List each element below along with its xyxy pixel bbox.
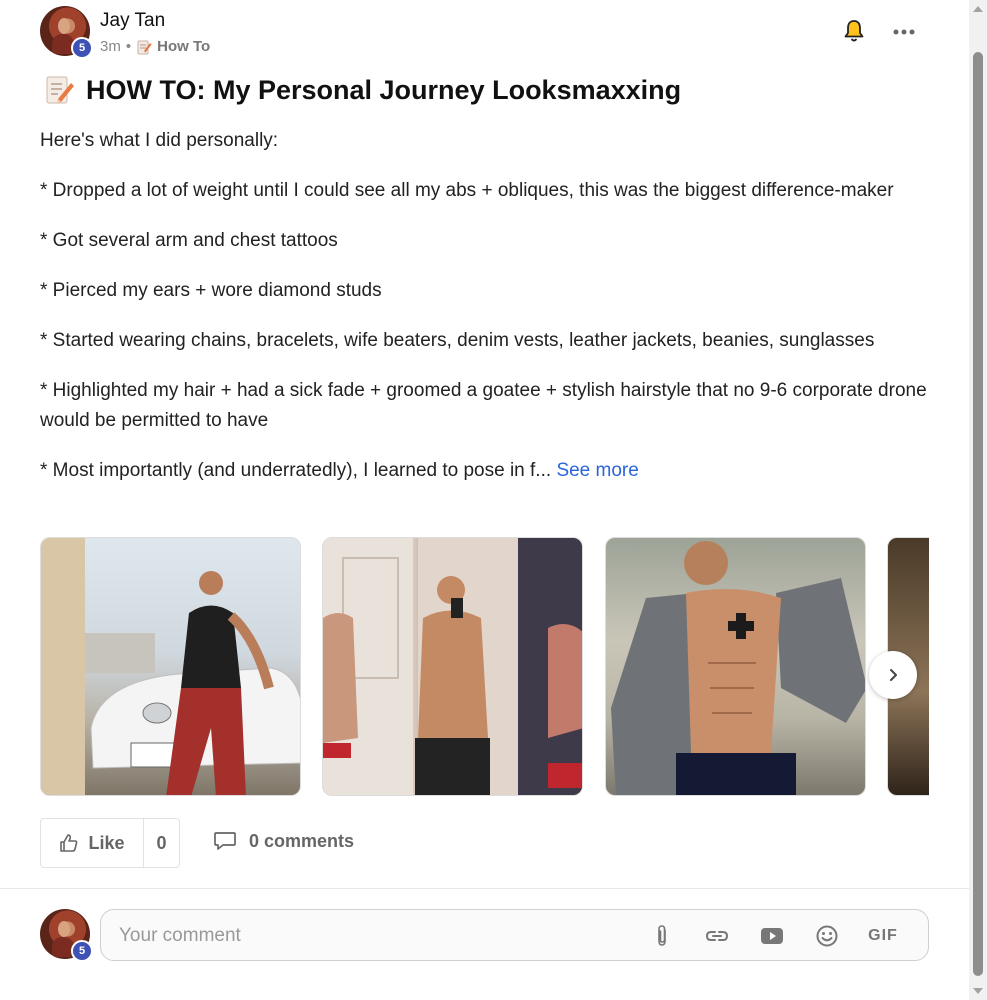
comments-button[interactable]: 0 comments [213,830,354,852]
scroll-up-arrow-icon[interactable] [973,6,983,12]
carousel-next-button[interactable] [869,651,917,699]
memo-icon [46,76,74,104]
paperclip-icon [658,925,666,946]
chevron-right-icon [890,669,897,681]
photo-car[interactable] [40,537,301,796]
like-button[interactable]: Like [41,819,144,867]
video-button[interactable] [759,923,785,949]
post-meta: 3m • How To [100,38,210,55]
like-control: Like 0 [40,818,180,868]
bell-icon[interactable] [842,18,866,44]
commenter-level-badge: 5 [71,940,93,962]
pencil-memo-icon [137,40,152,54]
comment-input[interactable] [117,922,641,950]
author-name[interactable]: Jay Tan [100,10,165,32]
post-title-row: HOW TO: My Personal Journey Looksmaxxing [44,74,681,106]
meta-separator: • [125,38,132,55]
more-horizontal-icon[interactable] [890,22,918,42]
post-title: HOW TO: My Personal Journey Looksmaxxing [86,74,682,105]
scrollbar-thumb[interactable] [973,52,983,976]
attach-button[interactable] [649,923,675,949]
speech-bubble-icon [214,832,236,850]
thumbs-up-icon [60,834,78,852]
like-label: Like [88,832,125,853]
scrollbar[interactable] [969,0,987,1000]
post-paragraph: * Got several arm and chest tattoos [40,230,338,251]
like-count: 0 [156,832,167,853]
post-time: 3m [100,38,121,55]
photo-mirror-selfie[interactable] [322,537,583,796]
post-paragraph-truncated: * Most importantly (and underratedly), I… [40,456,930,486]
divider [0,888,969,889]
post-paragraph: * Dropped a lot of weight until I could … [40,180,894,201]
post-body: Here's what I did personally: * Dropped … [40,126,930,506]
post-paragraph: * Highlighted my hair + had a sick fade … [40,380,927,431]
link-icon [705,931,729,941]
comments-label: 0 comments [249,830,355,851]
youtube-icon [761,928,783,944]
post-paragraph: * Pierced my ears + wore diamond studs [40,280,382,301]
link-button[interactable] [704,923,730,949]
image-carousel [40,537,929,798]
scroll-down-arrow-icon[interactable] [973,988,983,994]
post-card: 5 Jay Tan 3m • How To HOW TO: My Persona [0,0,969,1000]
comment-box: GIF [100,909,929,961]
post-paragraph: Here's what I did personally: [40,130,279,151]
smiley-icon [816,925,838,947]
post-paragraph: * Started wearing chains, bracelets, wif… [40,330,875,351]
post-category[interactable]: How To [157,38,210,55]
author-level-badge: 5 [71,37,93,59]
emoji-button[interactable] [814,923,840,949]
see-more-link[interactable]: See more [556,460,638,481]
gif-button[interactable]: GIF [865,923,901,949]
photo-open-hoodie[interactable] [605,537,866,796]
truncated-text: * Most importantly (and underratedly), I… [40,460,552,481]
